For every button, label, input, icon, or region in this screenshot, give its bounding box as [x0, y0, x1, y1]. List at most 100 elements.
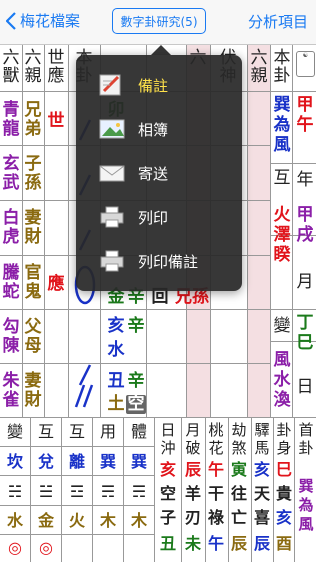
header-shiying: 世應 — [47, 48, 65, 86]
number-gua-button[interactable]: 數字卦研究(5) — [112, 8, 206, 34]
beast-4: 騰蛇 — [2, 263, 20, 302]
year-ganzhi: 甲午 — [296, 95, 314, 135]
bt-r1-3: 巽 — [99, 452, 116, 471]
analysis-items-button[interactable]: 分析項目 — [248, 11, 308, 32]
menu-label-send: 寄送 — [138, 164, 169, 183]
menu-item-print[interactable]: 列印 — [76, 195, 242, 239]
bt-r1-10: 巳 — [275, 460, 292, 479]
beast-1: 青龍 — [2, 100, 20, 139]
bt-r1-4: 巽 — [130, 452, 147, 471]
bt-header-7: 桃花 — [208, 421, 224, 457]
branch-chou: 丑 — [107, 371, 125, 391]
chevron-left-icon — [6, 11, 16, 30]
bt-r3-3: 木 — [99, 511, 116, 530]
month-label: 月 — [296, 272, 314, 292]
bt-r2-4: ☴ — [131, 482, 147, 501]
ying-marker: 應 — [47, 274, 65, 294]
bt-r2-9: 天 — [253, 484, 270, 503]
bt-r3-6: 刃 — [184, 508, 201, 527]
header-beast: 六獸 — [2, 48, 20, 86]
bt-r4-7: 午 — [207, 534, 224, 553]
bt-r2-0: ☵ — [7, 482, 23, 501]
day-ganzhi: 丁巳 — [296, 313, 314, 353]
bt-r4-5: 丑 — [159, 534, 176, 553]
bt-header-10: 卦身 — [276, 421, 292, 457]
bottom-table: 變 互 互 用 體 日沖 月破 桃花 劫煞 驛馬 卦身 首卦 坎 兌 離 巽 巽… — [0, 417, 316, 562]
beast-6: 朱雀 — [2, 371, 20, 410]
menu-item-print-note[interactable]: 列印備註 — [76, 239, 242, 283]
back-button[interactable]: 梅花檔案 — [6, 10, 80, 31]
bt-r1-6: 辰 — [184, 460, 201, 479]
bt-header-11: 首卦 — [298, 421, 314, 457]
header-relative2: 六親 — [250, 48, 268, 86]
bt-r4-1: ◎ — [39, 538, 53, 557]
pencil-icon — [99, 74, 121, 96]
header-relative: 六親 — [24, 48, 42, 86]
bt-r1-9: 亥 — [253, 460, 270, 479]
menu-label-print: 列印 — [138, 208, 169, 227]
bt-r1-7: 午 — [207, 460, 224, 479]
hu-label: 互 — [273, 168, 291, 188]
photo-icon — [99, 119, 125, 139]
stem-xin-1: 辛 — [127, 316, 145, 336]
popover-arrow — [151, 45, 171, 55]
bt-r3-9: 喜 — [253, 508, 270, 527]
app-badge-icon: ☯ — [296, 51, 315, 77]
bt-r1-8: 寅 — [230, 460, 247, 479]
menu-item-note[interactable]: 備註 — [76, 63, 242, 107]
year-label: 年 — [296, 170, 314, 190]
bt-r2-1: ☱ — [38, 482, 54, 501]
bt-r1-11: 巽為風 — [298, 477, 314, 533]
bt-header-0: 變 — [6, 422, 23, 441]
void-marker: 空 — [126, 394, 146, 414]
bt-r1-1: 兌 — [37, 452, 54, 471]
yao-bottom-lines — [74, 384, 94, 408]
envelope-icon — [99, 165, 125, 182]
bt-header-3: 用 — [99, 422, 116, 441]
beast-5: 勾陳 — [2, 317, 20, 356]
bt-header-9: 驛馬 — [254, 421, 270, 457]
relative-4: 官鬼 — [24, 263, 42, 302]
bt-r2-8: 往 — [230, 484, 247, 503]
menu-label-album: 相簿 — [138, 120, 169, 139]
bt-r4-8: 辰 — [230, 534, 247, 553]
bt-header-8: 劫煞 — [231, 421, 247, 457]
bt-r2-10: 貴 — [275, 484, 292, 503]
menu-item-send[interactable]: 寄送 — [76, 151, 242, 195]
bt-r4-0: ◎ — [8, 538, 22, 557]
header-bengua2: 本卦 — [273, 48, 291, 86]
bt-r3-4: 木 — [130, 511, 147, 530]
gua-name: 巽為風 — [273, 95, 291, 155]
branch-shui: 水 — [107, 340, 125, 360]
menu-label-note: 備註 — [138, 76, 169, 95]
hu-gua-name: 火澤睽 — [273, 205, 291, 265]
navigation-bar: 梅花檔案 數字卦研究(5) 分析項目 — [0, 0, 316, 45]
share-popover: 備註 相簿 寄送 列印 列印備註 — [76, 55, 242, 291]
bt-r3-8: 亡 — [230, 508, 247, 527]
bt-r3-2: 火 — [68, 511, 85, 530]
bt-r4-6: 未 — [184, 534, 201, 553]
bt-r2-3: ☴ — [100, 482, 116, 501]
bt-r3-1: 金 — [37, 511, 54, 530]
bt-header-1: 互 — [37, 422, 54, 441]
bt-r1-0: 坎 — [6, 452, 23, 471]
relative-3: 妻財 — [24, 208, 42, 247]
menu-label-print-note: 列印備註 — [138, 252, 199, 271]
relative-5: 父母 — [24, 317, 42, 356]
day-label: 日 — [296, 377, 314, 397]
branch-hai: 亥 — [107, 316, 125, 336]
bian-gua-name: 風水渙 — [273, 350, 291, 410]
bt-r3-0: 水 — [6, 511, 23, 530]
bt-r2-2: ☲ — [69, 482, 85, 501]
bt-r3-5: 子 — [159, 508, 176, 527]
branch-tu: 土 — [107, 394, 125, 414]
bt-r1-5: 亥 — [159, 460, 176, 479]
bt-r2-5: 空 — [159, 484, 176, 503]
menu-item-album[interactable]: 相簿 — [76, 107, 242, 151]
bt-r4-9: 辰 — [253, 534, 270, 553]
bt-r2-6: 羊 — [184, 484, 201, 503]
bt-header-4: 體 — [130, 422, 147, 441]
bt-header-2: 互 — [68, 422, 85, 441]
printer-icon — [100, 206, 124, 228]
bt-r3-10: 亥 — [275, 508, 292, 527]
